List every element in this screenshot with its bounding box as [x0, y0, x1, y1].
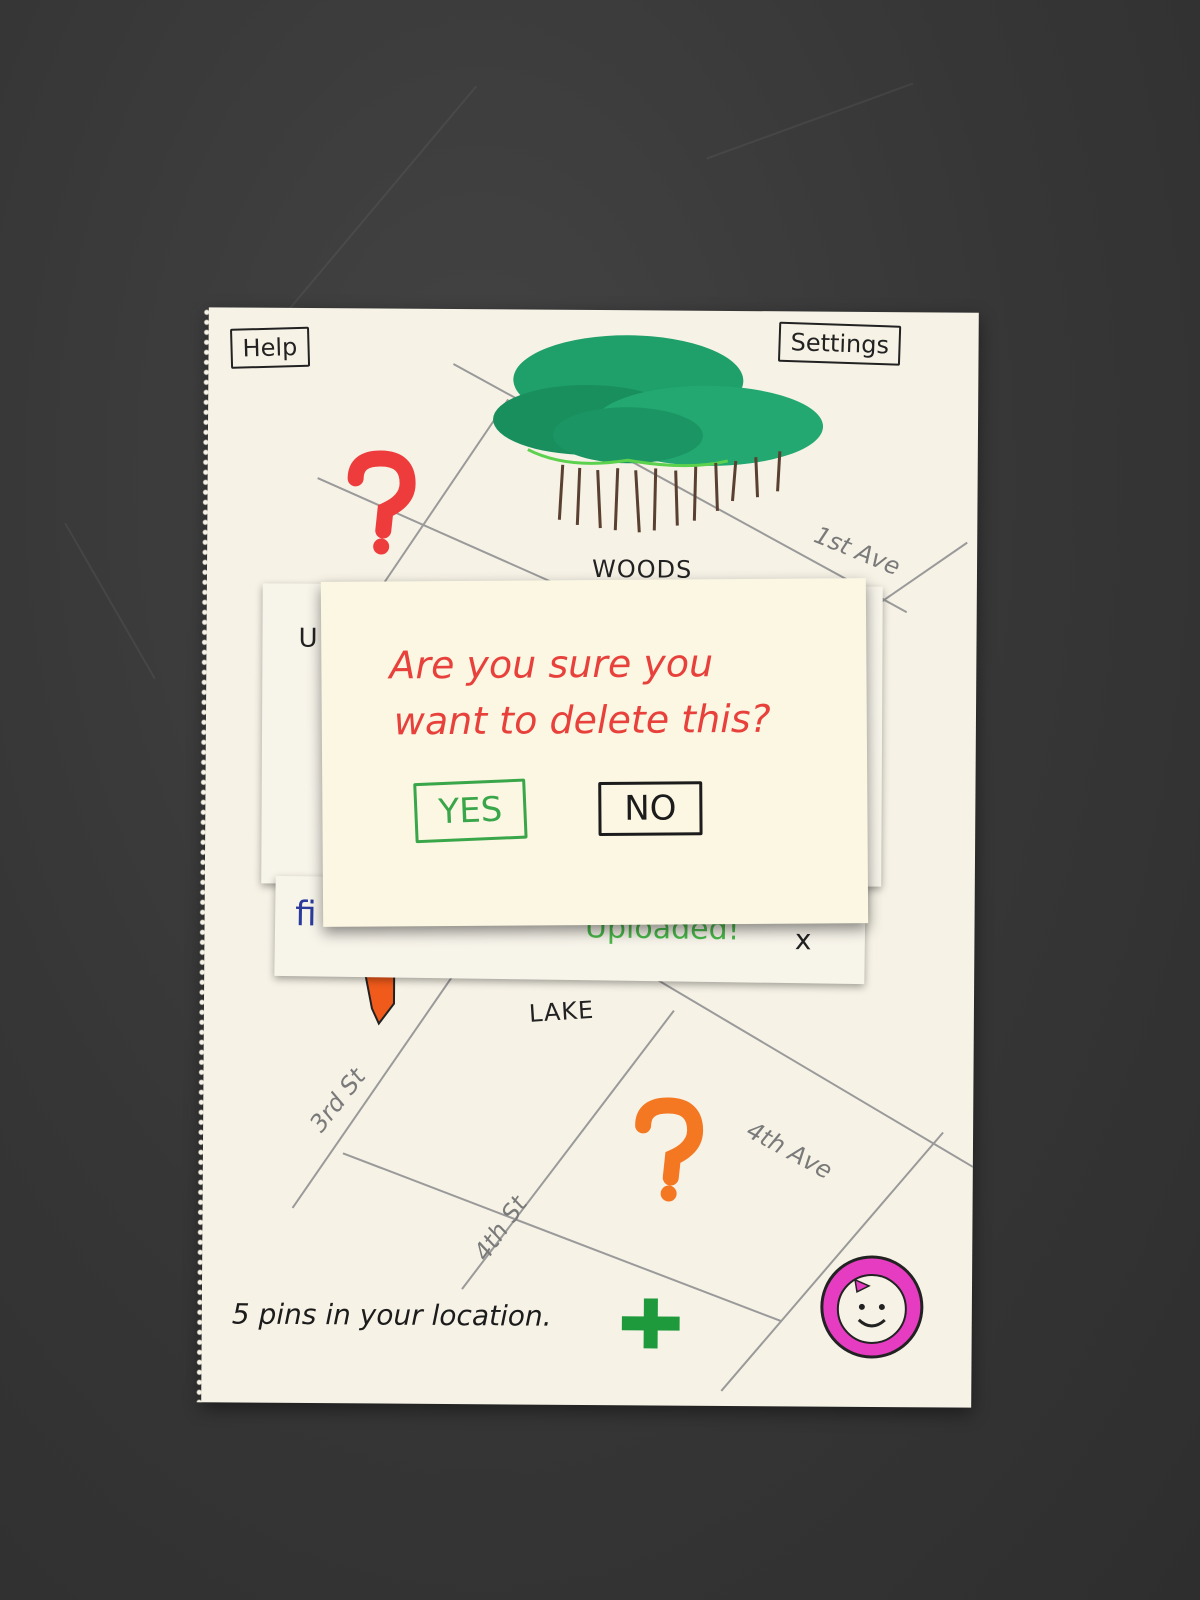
question-mark-icon — [347, 450, 416, 555]
close-icon[interactable]: x — [795, 923, 812, 956]
pin-count-text: 5 pins in your location. — [231, 1297, 552, 1333]
help-button[interactable]: Help — [230, 326, 310, 369]
dialog-message-line-2: want to delete this? — [393, 696, 771, 744]
yes-button[interactable]: YES — [413, 778, 528, 844]
plus-icon[interactable] — [621, 1298, 680, 1349]
question-mark-icon — [635, 1097, 704, 1202]
delete-confirm-dialog: Are you sure you want to delete this? YE… — [320, 578, 869, 927]
notification-text-fragment: fi — [294, 894, 317, 935]
settings-button[interactable]: Settings — [777, 321, 902, 366]
dialog-message-line-1: Are you sure you — [389, 641, 714, 688]
street-line — [342, 1152, 783, 1323]
smiley-avatar-icon[interactable] — [816, 1252, 927, 1363]
card-text-fragment: U — [298, 623, 318, 654]
no-button[interactable]: NO — [598, 781, 703, 836]
lake-label: LAKE — [528, 995, 595, 1028]
woods-icon — [493, 335, 824, 533]
